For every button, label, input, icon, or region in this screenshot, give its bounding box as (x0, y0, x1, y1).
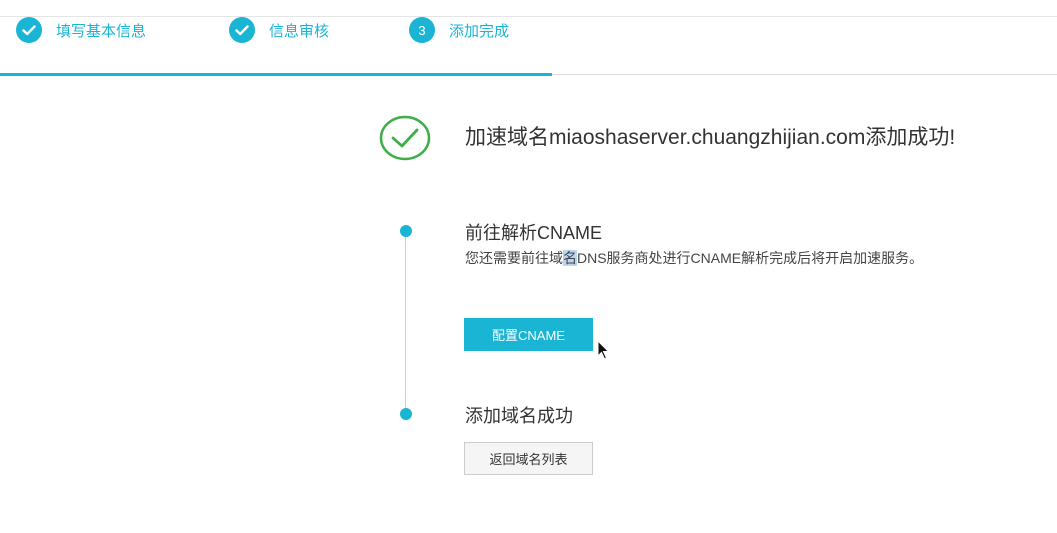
cname-section-title: 前往解析CNAME (465, 223, 603, 243)
desc-text: 您还需要前往域 (465, 250, 563, 266)
step-review: 信息审核 (229, 17, 329, 43)
cname-section-description: 您还需要前往域名DNS服务商处进行CNAME解析完成后将开启加速服务。 (465, 243, 970, 273)
step-label: 填写基本信息 (56, 21, 147, 40)
step-complete: 3 添加完成 (409, 17, 509, 43)
step-basic-info: 填写基本信息 (16, 17, 146, 43)
configure-cname-button[interactable]: 配置CNAME (464, 318, 593, 351)
step-number-badge: 3 (409, 17, 435, 43)
timeline-dot (400, 408, 412, 420)
step-label: 信息审核 (269, 21, 330, 40)
success-message: 加速域名miaoshaserver.chuangzhijian.com添加成功! (465, 126, 956, 149)
check-icon (229, 17, 255, 43)
selected-text: 名 (563, 250, 577, 266)
desc-text: DNS服务商处进行CNAME解析完成后将开启加速服务。 (577, 250, 924, 266)
success-check-circle-icon (379, 115, 431, 161)
steps-bar (0, 17, 1057, 75)
check-icon (16, 17, 42, 43)
step-label: 添加完成 (449, 21, 510, 40)
timeline-line (405, 232, 406, 420)
done-section-title: 添加域名成功 (465, 406, 573, 426)
back-to-domain-list-button[interactable]: 返回域名列表 (464, 442, 593, 475)
timeline-dot (400, 225, 412, 237)
steps-progress-bar (0, 73, 552, 76)
mouse-cursor-icon (597, 340, 610, 360)
